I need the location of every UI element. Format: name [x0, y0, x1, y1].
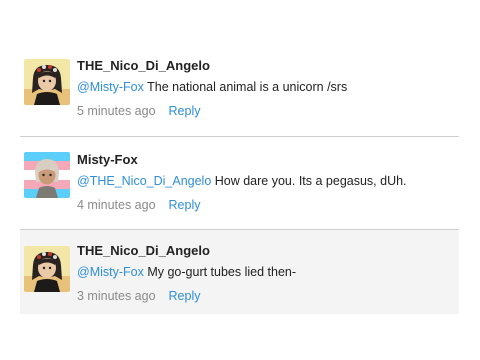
comment-meta: 3 minutes ago Reply [77, 288, 451, 304]
avatar[interactable] [24, 59, 70, 105]
mention-link[interactable]: @THE_Nico_Di_Angelo [77, 174, 211, 188]
comment-text: @Misty-Fox The national animal is a unic… [77, 79, 451, 95]
mention-link[interactable]: @Misty-Fox [77, 80, 144, 94]
comment-body: THE_Nico_Di_Angelo @Misty-Fox My go-gurt… [77, 242, 451, 304]
reply-button[interactable]: Reply [169, 198, 201, 212]
comment-author[interactable]: Misty-Fox [77, 151, 451, 168]
comment-message: The national animal is a unicorn /srs [143, 80, 348, 94]
comment-timestamp: 5 minutes ago [77, 104, 156, 118]
avatar[interactable] [24, 152, 70, 198]
anime-character-avatar-icon [24, 59, 70, 105]
reply-button[interactable]: Reply [169, 104, 201, 118]
comment-timestamp: 4 minutes ago [77, 198, 156, 212]
comment-author[interactable]: THE_Nico_Di_Angelo [77, 57, 451, 74]
comment-body: Misty-Fox @THE_Nico_Di_Angelo How dare y… [77, 151, 451, 213]
comment-message: My go-gurt tubes lied then- [143, 265, 297, 279]
comment-meta: 4 minutes ago Reply [77, 197, 451, 213]
comment-text: @THE_Nico_Di_Angelo How dare you. Its a … [77, 173, 451, 189]
mention-link[interactable]: @Misty-Fox [77, 265, 144, 279]
comment-body: THE_Nico_Di_Angelo @Misty-Fox The nation… [77, 57, 451, 119]
comment-meta: 5 minutes ago Reply [77, 103, 451, 119]
comment-thread: THE_Nico_Di_Angelo @Misty-Fox The nation… [0, 0, 480, 360]
comment-item: Misty-Fox @THE_Nico_Di_Angelo How dare y… [20, 137, 459, 230]
comment-author[interactable]: THE_Nico_Di_Angelo [77, 242, 451, 259]
comment-message: How dare you. Its a pegasus, dUh. [211, 174, 407, 188]
comment-item: THE_Nico_Di_Angelo @Misty-Fox My go-gurt… [20, 230, 459, 314]
reply-button[interactable]: Reply [169, 289, 201, 303]
comment-timestamp: 3 minutes ago [77, 289, 156, 303]
anime-character-avatar-icon [24, 152, 70, 198]
anime-character-avatar-icon [24, 246, 70, 292]
avatar[interactable] [24, 246, 70, 292]
comment-item: THE_Nico_Di_Angelo @Misty-Fox The nation… [20, 40, 459, 137]
comment-text: @Misty-Fox My go-gurt tubes lied then- [77, 264, 451, 280]
